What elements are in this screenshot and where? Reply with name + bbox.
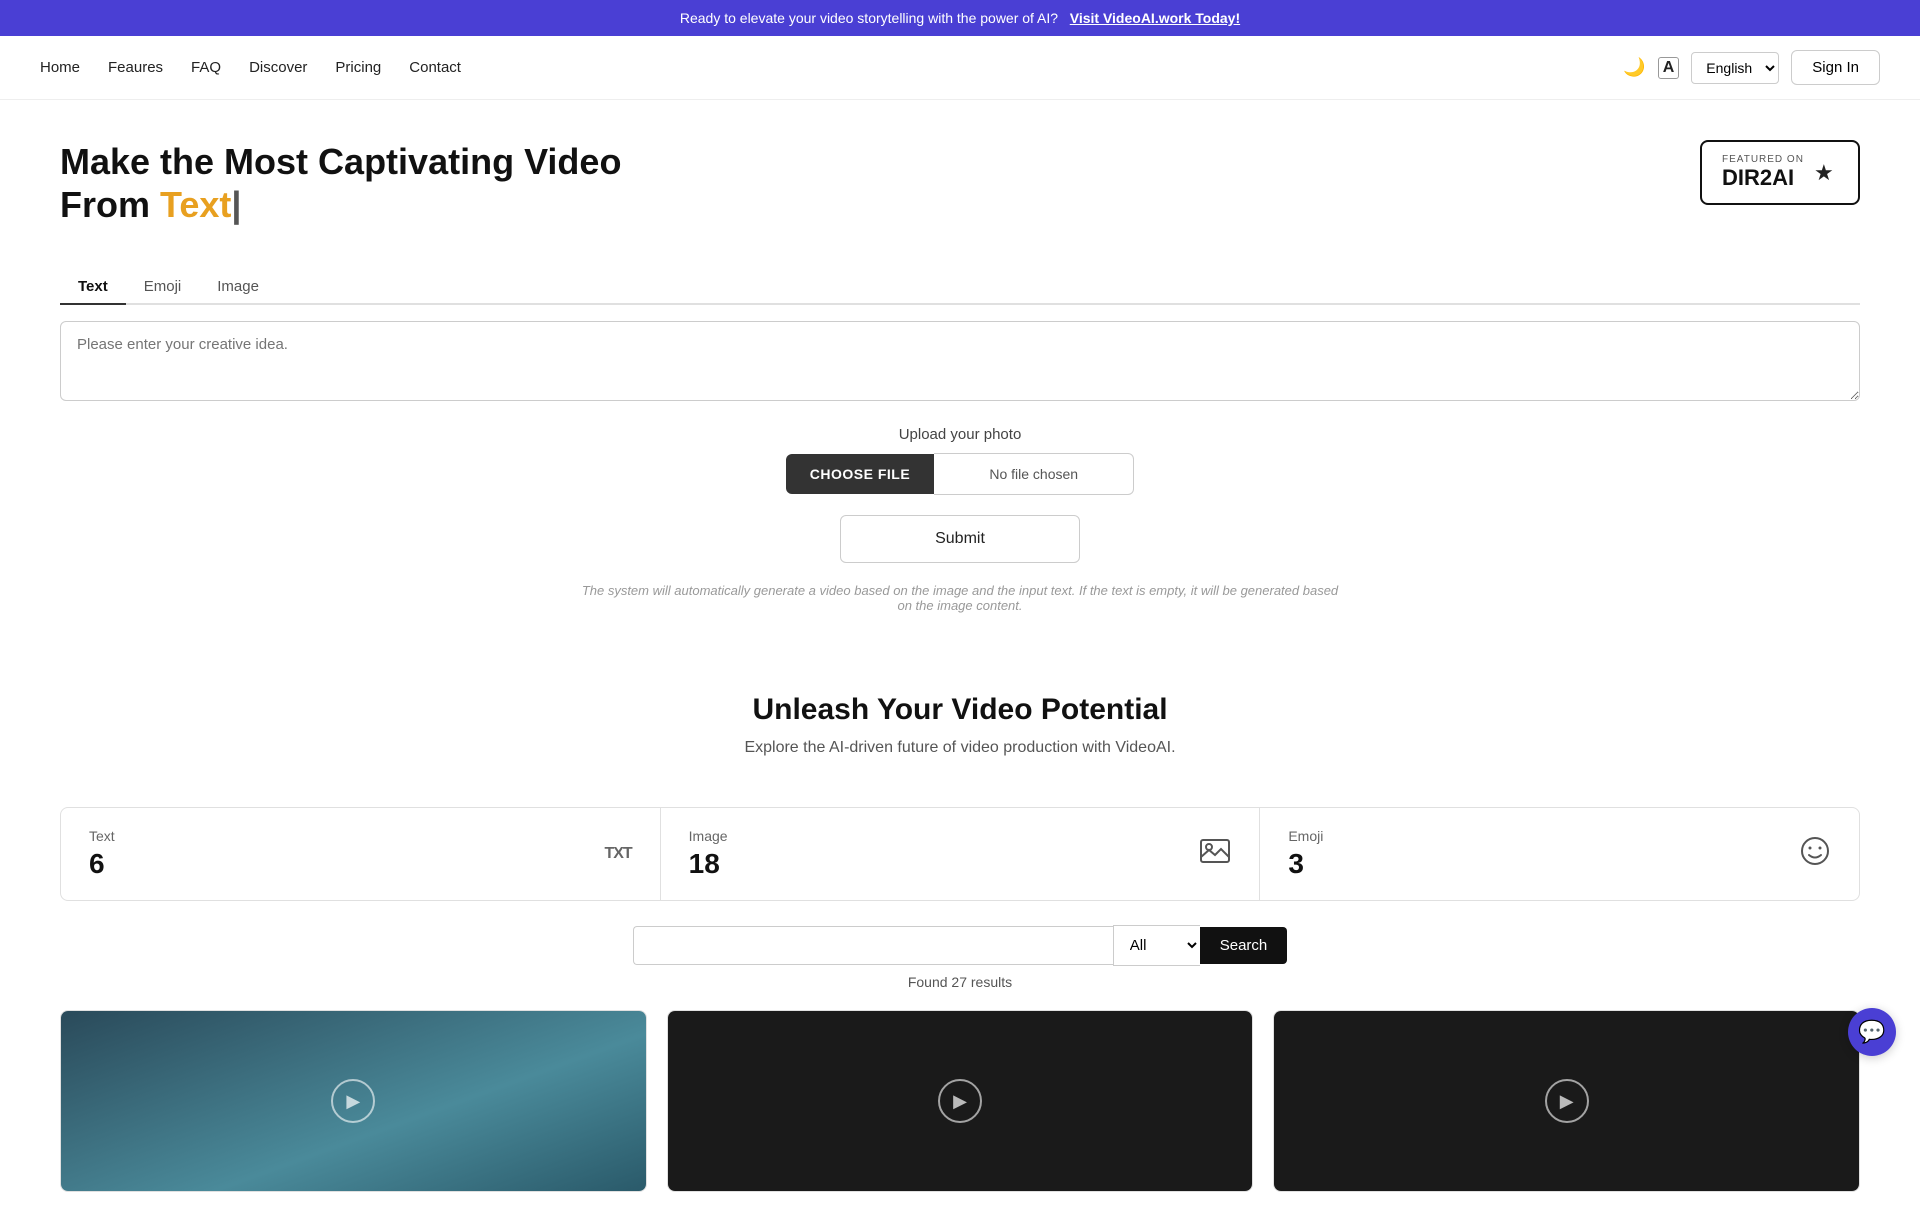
file-name-display: No file chosen	[934, 453, 1134, 495]
play-icon-3: ▶	[1545, 1079, 1589, 1123]
submit-note: The system will automatically generate a…	[580, 583, 1340, 613]
dir2ai-star: ★	[1814, 160, 1834, 186]
hero-title-line2-start: From	[60, 184, 160, 225]
stats-row: Text 6 TXT Image 18 Emoji 3	[60, 807, 1860, 901]
play-icon-1: ▶	[331, 1079, 375, 1123]
top-banner: Ready to elevate your video storytelling…	[0, 0, 1920, 36]
stat-emoji: Emoji 3	[1260, 808, 1859, 900]
navbar: Home Feaures FAQ Discover Pricing Contac…	[0, 36, 1920, 100]
video-card-3[interactable]: ▶	[1273, 1010, 1860, 1192]
stat-image-content: Image 18	[689, 828, 728, 880]
search-input[interactable]	[633, 926, 1113, 965]
tab-image[interactable]: Image	[199, 270, 277, 305]
nav-pricing[interactable]: Pricing	[335, 59, 381, 76]
upload-label: Upload your photo	[60, 426, 1860, 443]
hero-text: Make the Most Captivating Video From Tex…	[60, 140, 1660, 250]
search-row: All Text Image Emoji Search	[60, 925, 1860, 966]
videos-row: ▶ ▶ ▶	[0, 1010, 1920, 1232]
play-icon-2: ▶	[938, 1079, 982, 1123]
stat-emoji-icon	[1799, 835, 1831, 874]
stat-text-content: Text 6	[89, 828, 115, 880]
stat-text: Text 6 TXT	[61, 808, 661, 900]
nav-contact[interactable]: Contact	[409, 59, 461, 76]
main-form-section: Text Emoji Image Upload your photo CHOOS…	[0, 270, 1920, 653]
nav-faq[interactable]: FAQ	[191, 59, 221, 76]
banner-link[interactable]: Visit VideoAI.work Today!	[1070, 10, 1240, 26]
stat-image: Image 18	[661, 808, 1261, 900]
language-select[interactable]: English	[1691, 52, 1779, 84]
nav-links: Home Feaures FAQ Discover Pricing Contac…	[40, 59, 1591, 76]
stat-emoji-number: 3	[1288, 848, 1323, 880]
stat-emoji-content: Emoji 3	[1288, 828, 1323, 880]
results-count: Found 27 results	[0, 974, 1920, 990]
dir2ai-badge-text: FEATURED ON DIR2AI	[1722, 154, 1804, 191]
stat-text-icon: TXT	[604, 845, 631, 863]
chat-button[interactable]: 💬	[1848, 1008, 1896, 1056]
submit-button[interactable]: Submit	[840, 515, 1080, 563]
hero-title-line1: Make the Most Captivating Video	[60, 141, 621, 182]
video-thumb-3: ▶	[1274, 1011, 1859, 1191]
dark-mode-icon[interactable]: 🌙	[1623, 57, 1645, 78]
hero-title-cursor: |	[231, 184, 241, 225]
video-thumb-1: ▶	[61, 1011, 646, 1191]
video-card-1[interactable]: ▶	[60, 1010, 647, 1192]
nav-right: 🌙 A English Sign In	[1623, 50, 1880, 85]
unleash-subtitle: Explore the AI-driven future of video pr…	[60, 739, 1860, 757]
stat-emoji-label: Emoji	[1288, 828, 1323, 844]
stat-image-icon	[1199, 835, 1231, 874]
stat-text-label: Text	[89, 828, 115, 844]
tab-text[interactable]: Text	[60, 270, 126, 305]
chat-icon: 💬	[1858, 1019, 1885, 1045]
dir2ai-badge: FEATURED ON DIR2AI ★	[1700, 140, 1860, 205]
video-thumb-2: ▶	[668, 1011, 1253, 1191]
unleash-title: Unleash Your Video Potential	[60, 693, 1860, 727]
idea-input[interactable]	[60, 321, 1860, 401]
choose-file-button[interactable]: CHOOSE FILE	[786, 454, 934, 494]
stat-text-number: 6	[89, 848, 115, 880]
hero-title-highlight: Text	[160, 184, 231, 225]
dir2ai-featured: FEATURED ON	[1722, 154, 1804, 165]
file-upload-row: CHOOSE FILE No file chosen	[60, 453, 1860, 495]
banner-text: Ready to elevate your video storytelling…	[680, 10, 1058, 26]
filter-select[interactable]: All Text Image Emoji	[1113, 925, 1200, 966]
nav-discover[interactable]: Discover	[249, 59, 307, 76]
hero-section: Make the Most Captivating Video From Tex…	[0, 100, 1920, 270]
hero-title: Make the Most Captivating Video From Tex…	[60, 140, 1660, 226]
stat-image-label: Image	[689, 828, 728, 844]
upload-section: Upload your photo CHOOSE FILE No file ch…	[60, 426, 1860, 495]
sign-in-button[interactable]: Sign In	[1791, 50, 1880, 85]
dir2ai-name: DIR2AI	[1722, 165, 1804, 191]
video-card-2[interactable]: ▶	[667, 1010, 1254, 1192]
translate-icon[interactable]: A	[1658, 57, 1680, 79]
search-button[interactable]: Search	[1200, 927, 1288, 964]
unleash-section: Unleash Your Video Potential Explore the…	[0, 653, 1920, 807]
nav-home[interactable]: Home	[40, 59, 80, 76]
form-tabs: Text Emoji Image	[60, 270, 1860, 305]
tab-emoji[interactable]: Emoji	[126, 270, 200, 305]
stat-image-number: 18	[689, 848, 728, 880]
nav-features[interactable]: Feaures	[108, 59, 163, 76]
